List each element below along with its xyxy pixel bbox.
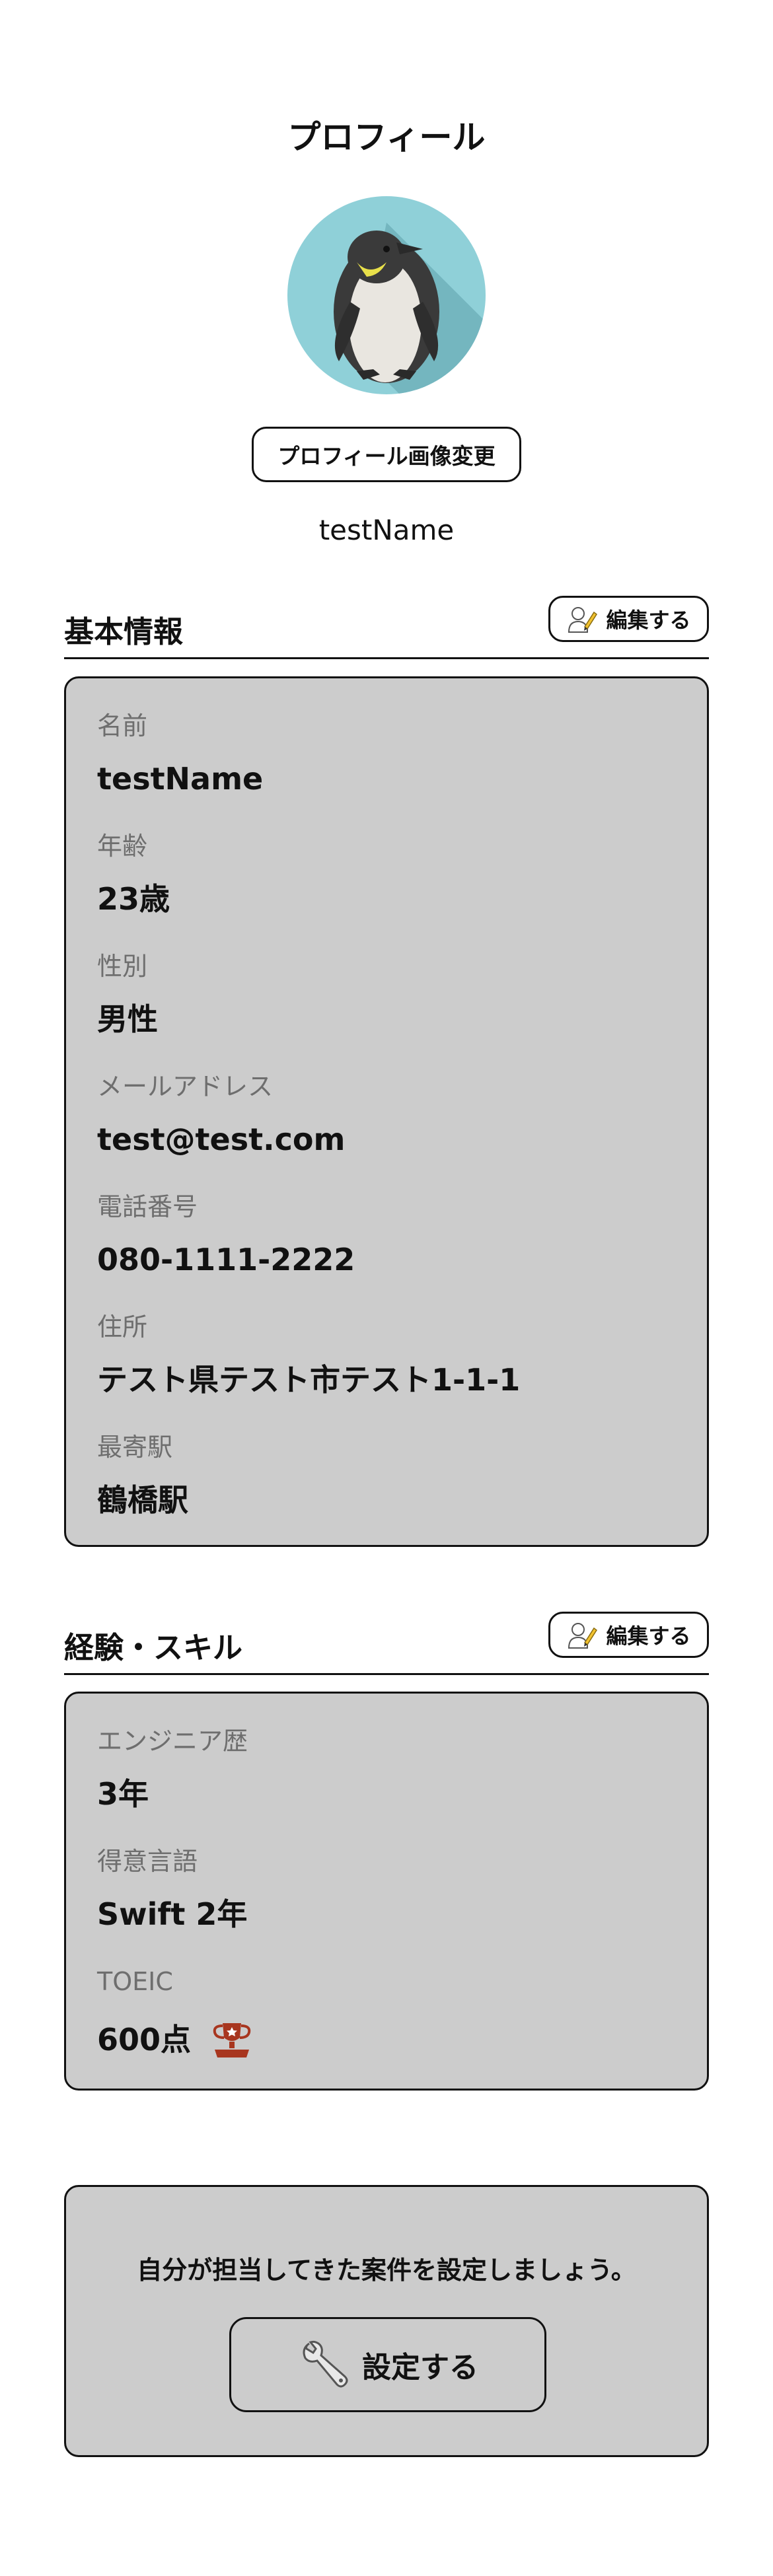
field-value: 23歳	[97, 881, 170, 917]
field-value: 男性	[97, 1001, 158, 1037]
skills-card: エンジニア歴 3年 得意言語 Swift 2年 TOEIC 600点	[64, 1692, 709, 2091]
field-toeic: TOEIC 600点	[97, 1969, 256, 2060]
field-value: testName	[97, 761, 264, 797]
change-profile-image-button[interactable]: プロフィール画像変更	[252, 427, 521, 482]
field-label: 最寄駅	[97, 1433, 173, 1462]
field-label: TOEIC	[97, 1967, 173, 1996]
field-name: 名前 testName	[97, 713, 263, 794]
field-label: 年齢	[97, 832, 148, 861]
edit-skills-label: 編集する	[606, 1624, 691, 1649]
field-engineer-years: エンジニア歴 3年	[97, 1729, 248, 1809]
basic-info-header: 基本情報 編集する	[64, 596, 709, 659]
field-label: 得意言語	[97, 1847, 198, 1876]
field-label: 住所	[97, 1312, 148, 1342]
field-preferred-language: 得意言語 Swift 2年	[97, 1849, 247, 1929]
field-value: 3年	[97, 1776, 149, 1812]
skills-header: 経験・スキル 編集する	[64, 1612, 709, 1675]
field-label: エンジニア歴	[97, 1727, 248, 1756]
field-email: メールアドレス test@test.com	[97, 1074, 345, 1155]
field-gender: 性別 男性	[97, 954, 158, 1034]
field-label: 性別	[97, 952, 148, 981]
field-phone: 電話番号 080-1111-2222	[97, 1194, 355, 1275]
field-value: 080-1111-2222	[97, 1242, 355, 1277]
wrench-icon	[303, 2340, 348, 2388]
edit-basic-info-button[interactable]: 編集する	[548, 596, 709, 642]
user-name: testName	[318, 514, 455, 546]
field-label: 電話番号	[97, 1192, 198, 1221]
page-title: プロフィール	[287, 118, 486, 157]
basic-info-title: 基本情報	[64, 614, 184, 649]
setup-projects-button[interactable]: 設定する	[229, 2317, 546, 2412]
setup-projects-label: 設定する	[362, 2351, 478, 2384]
projects-card: 自分が担当してきた案件を設定しましょう。 設定する	[64, 2185, 709, 2457]
projects-message: 自分が担当してきた案件を設定しましょう。	[137, 2256, 636, 2285]
trophy-icon	[213, 2023, 251, 2057]
field-value: 鶴橋駅	[97, 1482, 188, 1518]
field-nearest-station: 最寄駅 鶴橋駅	[97, 1435, 188, 1515]
penguin-avatar-icon	[334, 223, 486, 394]
field-value: テスト県テスト市テスト1-1-1	[97, 1362, 521, 1398]
basic-info-card: 名前 testName 年齢 23歳 性別 男性 メールアドレス test@te…	[64, 676, 709, 1547]
field-age: 年齢 23歳	[97, 834, 170, 914]
field-label: メールアドレス	[97, 1072, 274, 1101]
skills-title: 経験・スキル	[64, 1630, 243, 1665]
field-value: 600点	[97, 2022, 192, 2057]
field-value: test@test.com	[97, 1122, 346, 1157]
edit-skills-button[interactable]: 編集する	[548, 1612, 709, 1658]
field-address: 住所 テスト県テスト市テスト1-1-1	[97, 1314, 520, 1395]
field-label: 名前	[97, 711, 148, 740]
profile-avatar[interactable]	[287, 196, 486, 394]
edit-person-icon	[568, 1623, 598, 1649]
field-value-row: 600点	[97, 2019, 256, 2060]
edit-person-icon	[568, 607, 598, 633]
edit-basic-info-label: 編集する	[606, 608, 691, 633]
field-value: Swift 2年	[97, 1896, 248, 1932]
